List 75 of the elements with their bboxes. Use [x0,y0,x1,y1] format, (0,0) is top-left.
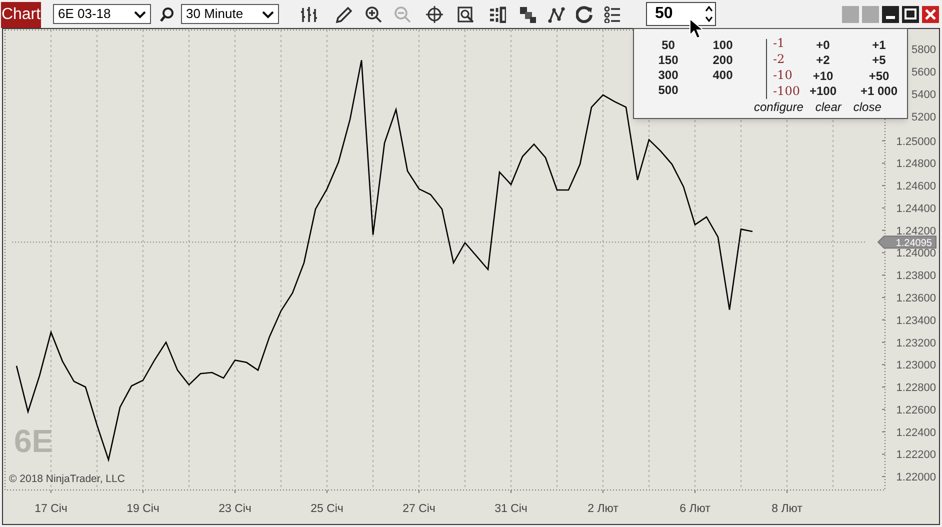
increment-option[interactable]: +2 [803,53,843,68]
quantity-option[interactable]: 400 [708,68,737,83]
axis-label: 6 Лют [680,503,710,515]
bars-icon[interactable] [300,6,317,22]
axis-label: 25 Січ [310,503,344,515]
axis-label: 8 Лют [772,503,802,515]
decrement-option[interactable]: -10 [773,67,803,83]
quantity-option[interactable]: 100 [708,38,737,53]
quantity-option[interactable]: 50 [654,38,682,53]
caret-icon [134,10,146,18]
decrement-option[interactable]: -100 [773,83,803,99]
axis-label: 1.23400 [896,314,936,327]
quantity-option[interactable]: 200 [708,53,737,68]
maximize-icon[interactable] [902,6,919,22]
axis-label: 5400 [912,89,936,101]
close-icon[interactable] [922,6,939,22]
search-icon[interactable] [160,6,174,22]
increment-option[interactable]: +1 000 [851,84,907,99]
squares-icon[interactable] [519,6,536,22]
magnifier-sheet-icon[interactable] [457,6,474,22]
chart-tab[interactable]: Chart [1,2,41,28]
axis-label: 1.22000 [896,472,936,484]
axis-label: 1.23600 [896,292,936,304]
axis-label: 31 Січ [494,503,528,515]
axis-label: 1.24600 [896,180,936,193]
minimize-icon[interactable] [882,6,899,22]
axis-label: 5200 [912,112,936,124]
pencil-icon[interactable] [335,6,352,22]
axis-label: 1.24400 [896,202,936,215]
line-nodes-icon[interactable] [548,6,565,22]
quantity-spinner[interactable]: 50 [646,2,716,26]
axis-label: 1.22400 [896,426,936,439]
increment-option[interactable]: +1 [851,38,907,54]
axis-label: 27 Січ [402,503,436,515]
copyright-text: © 2018 NinjaTrader, LLC [9,473,125,485]
axis-label: 5600 [912,66,936,78]
instrument-dropdown[interactable]: 6E 03-18 [53,4,151,24]
quantity-option[interactable]: 150 [654,53,682,68]
spin-arrows-icon[interactable] [705,6,713,22]
axis-label: 1.23800 [896,270,936,282]
quantity-option[interactable]: 300 [654,68,682,83]
axis-label: 1.22800 [896,382,936,394]
popup-link[interactable]: configure [754,100,804,114]
refresh-icon[interactable] [576,6,593,22]
axis-label: 1.22600 [896,404,936,416]
popup-link[interactable]: clear [815,100,842,114]
increment-option[interactable]: +100 [803,84,843,99]
caret-icon [262,10,274,18]
ref-line-label: 1.24095 [896,238,932,250]
interval-dropdown[interactable]: 30 Minute [181,4,279,24]
axis-label: 23 Січ [218,503,252,515]
axis-label: 2 Лют [588,503,618,515]
popup-link[interactable]: close [853,100,882,114]
increment-option[interactable]: +50 [851,68,907,84]
axis-label: 17 Січ [34,503,68,515]
list-icon[interactable] [604,6,621,22]
increment-option[interactable]: +5 [851,53,907,68]
crosshair-icon[interactable] [426,6,443,22]
increment-option[interactable]: +0 [803,38,843,54]
quantity-option[interactable]: 500 [654,83,682,98]
axis-label: 1.24800 [896,158,936,170]
axis-label: 1.22200 [896,449,936,462]
zoom-in-icon[interactable] [365,6,382,22]
axis-label: 1.23000 [896,360,936,372]
decrement-option[interactable]: -2 [773,51,803,67]
increment-option[interactable]: +10 [803,68,843,84]
axis-label: 1.25000 [896,136,936,148]
last-price-marker: 1.24095 [877,236,936,250]
axis-label: 1.24200 [896,225,936,238]
axis-label: 1.23200 [896,337,936,350]
decrement-option[interactable]: -1 [773,35,803,51]
columns-icon[interactable] [489,6,506,22]
axis-label: 19 Січ [126,503,160,515]
axis-label: 5800 [912,44,936,56]
axis-label: 1.24000 [896,248,936,260]
